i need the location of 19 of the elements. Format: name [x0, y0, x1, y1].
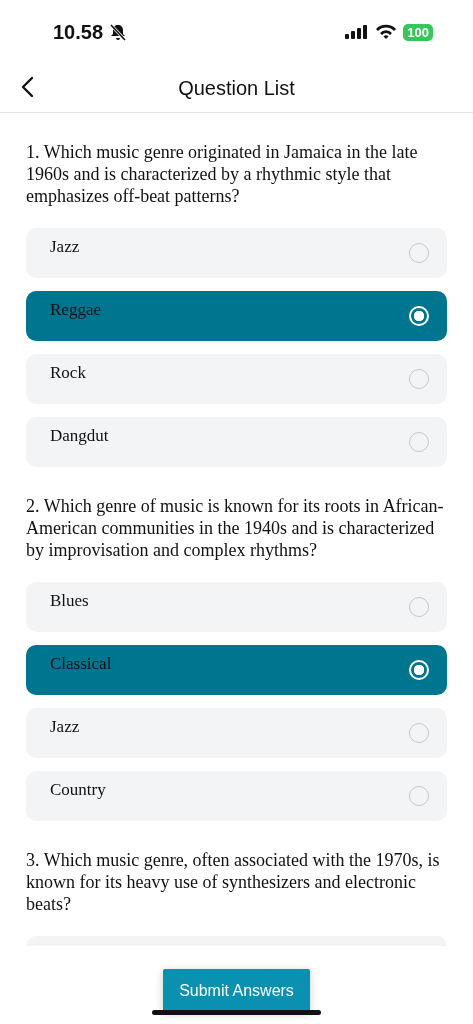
answer-option[interactable]: Jazz	[26, 228, 447, 278]
answer-option[interactable]: Country	[26, 771, 447, 821]
battery-indicator: 100	[403, 23, 433, 41]
answer-option[interactable]: Classical	[26, 645, 447, 695]
wifi-icon	[375, 24, 398, 40]
status-time: 10.58	[53, 20, 104, 44]
answer-option[interactable]: Reggae	[26, 291, 447, 341]
answer-option[interactable]: Rock	[26, 354, 447, 404]
question-text: 1. Which music genre originated in Jamaica in the late 1960s and is characterized by a rhythmic style that emphasizes off-beat patterns?	[26, 141, 419, 207]
back-button[interactable]	[20, 76, 34, 98]
submit-button[interactable]: Submit Answers	[163, 969, 310, 1012]
signal-icon	[345, 25, 370, 39]
page-title: Question List	[178, 76, 295, 100]
question-text: 2. Which genre of music is known for its roots in African-American communities in the 1940s and is characterized by improvisation and complex rhythms?	[26, 495, 445, 561]
question-text: 3. Which music genre, often associated with the 1970s, is known for its heavy use of synthesizers and electronic beats?	[26, 849, 441, 915]
answer-option[interactable]: Blues	[26, 582, 447, 632]
answer-option[interactable]: Dangdut	[26, 417, 447, 467]
answer-option[interactable]: Jazz	[26, 708, 447, 758]
bell-slash-icon	[109, 23, 128, 41]
